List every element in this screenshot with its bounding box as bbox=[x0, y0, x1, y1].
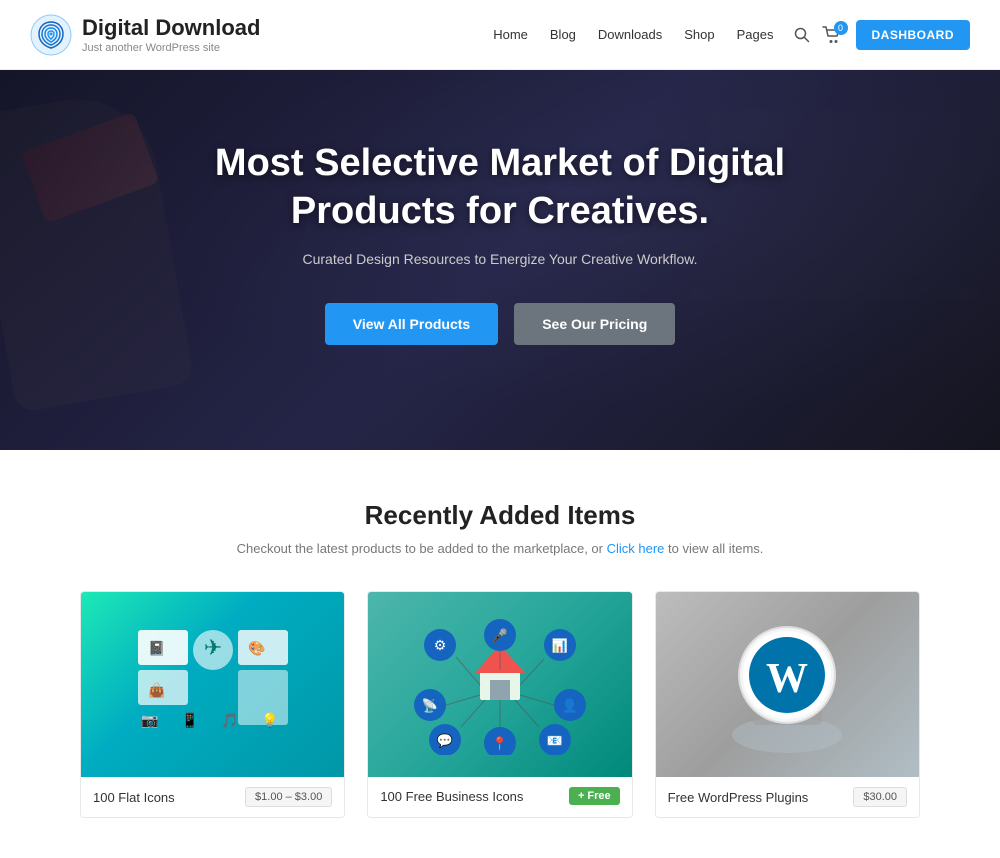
product-price: $30.00 bbox=[853, 787, 907, 807]
svg-text:🎨: 🎨 bbox=[248, 639, 265, 657]
hero-content: Most Selective Market of Digital Product… bbox=[0, 70, 1000, 345]
product-card[interactable]: ✈ 📓 👜 🎨 📷 📱 🎵 💡 100 Flat Icons $1.00 – $… bbox=[80, 591, 345, 818]
hero-buttons: View All Products See Our Pricing bbox=[0, 303, 1000, 345]
svg-text:✈: ✈ bbox=[203, 635, 221, 660]
section-title: Recently Added Items bbox=[80, 500, 920, 531]
see-pricing-button[interactable]: See Our Pricing bbox=[514, 303, 675, 345]
svg-text:👤: 👤 bbox=[562, 698, 578, 713]
product-price: + Free bbox=[569, 787, 620, 805]
nav-pages[interactable]: Pages bbox=[737, 27, 774, 42]
svg-text:🎤: 🎤 bbox=[492, 627, 508, 643]
svg-text:📊: 📊 bbox=[552, 638, 568, 653]
products-grid: ✈ 📓 👜 🎨 📷 📱 🎵 💡 100 Flat Icons $1.00 – $… bbox=[80, 591, 920, 818]
svg-text:📷: 📷 bbox=[141, 712, 158, 729]
product-card[interactable]: ⚙ 🎤 📊 📡 👤 💬 📍 📧 bbox=[367, 591, 632, 818]
svg-text:📓: 📓 bbox=[148, 640, 165, 656]
nav-downloads[interactable]: Downloads bbox=[598, 27, 662, 42]
product-image: W bbox=[656, 592, 919, 777]
product-info: 100 Flat Icons $1.00 – $3.00 bbox=[81, 777, 344, 817]
click-here-link[interactable]: Click here bbox=[607, 541, 665, 556]
product-image: ⚙ 🎤 📊 📡 👤 💬 📍 📧 bbox=[368, 592, 631, 777]
recently-added-section: Recently Added Items Checkout the latest… bbox=[0, 450, 1000, 858]
header-actions: 0 bbox=[794, 26, 842, 44]
svg-text:📍: 📍 bbox=[492, 736, 508, 751]
cart-button[interactable]: 0 bbox=[822, 26, 842, 44]
product-card[interactable]: W Free WordPress Plugins $30.00 bbox=[655, 591, 920, 818]
product-info: 100 Free Business Icons + Free bbox=[368, 777, 631, 815]
logo-text: Digital Download Just another WordPress … bbox=[82, 15, 260, 53]
svg-text:💬: 💬 bbox=[437, 733, 453, 748]
hero-subtitle: Curated Design Resources to Energize You… bbox=[0, 251, 1000, 267]
nav-shop[interactable]: Shop bbox=[684, 27, 714, 42]
hero-section: Most Selective Market of Digital Product… bbox=[0, 70, 1000, 450]
svg-text:⚙: ⚙ bbox=[434, 637, 447, 653]
search-icon bbox=[794, 27, 810, 43]
search-button[interactable] bbox=[794, 27, 810, 43]
product-info: Free WordPress Plugins $30.00 bbox=[656, 777, 919, 817]
svg-text:📱: 📱 bbox=[181, 712, 198, 729]
svg-text:👜: 👜 bbox=[148, 682, 165, 699]
product-image: ✈ 📓 👜 🎨 📷 📱 🎵 💡 bbox=[81, 592, 344, 777]
product-name: 100 Flat Icons bbox=[93, 790, 175, 805]
cart-count: 0 bbox=[834, 21, 848, 35]
nav-home[interactable]: Home bbox=[493, 27, 528, 42]
svg-text:📧: 📧 bbox=[547, 733, 563, 748]
logo-icon bbox=[30, 14, 72, 56]
product-name: Free WordPress Plugins bbox=[668, 790, 809, 805]
svg-text:W: W bbox=[766, 656, 808, 702]
site-tagline: Just another WordPress site bbox=[82, 42, 260, 54]
dashboard-button[interactable]: DASHBOARD bbox=[856, 20, 971, 50]
product-name: 100 Free Business Icons bbox=[380, 789, 523, 804]
section-description: Checkout the latest products to be added… bbox=[80, 541, 920, 556]
svg-text:📡: 📡 bbox=[422, 697, 438, 713]
nav-blog[interactable]: Blog bbox=[550, 27, 576, 42]
site-title: Digital Download bbox=[82, 15, 260, 41]
svg-text:🎵: 🎵 bbox=[221, 712, 238, 728]
svg-text:💡: 💡 bbox=[261, 712, 278, 729]
main-nav: Home Blog Downloads Shop Pages bbox=[493, 27, 773, 42]
hero-title: Most Selective Market of Digital Product… bbox=[160, 140, 840, 235]
logo-area[interactable]: Digital Download Just another WordPress … bbox=[30, 14, 260, 56]
site-header: Digital Download Just another WordPress … bbox=[0, 0, 1000, 70]
view-all-products-button[interactable]: View All Products bbox=[325, 303, 498, 345]
product-price: $1.00 – $3.00 bbox=[245, 787, 332, 807]
